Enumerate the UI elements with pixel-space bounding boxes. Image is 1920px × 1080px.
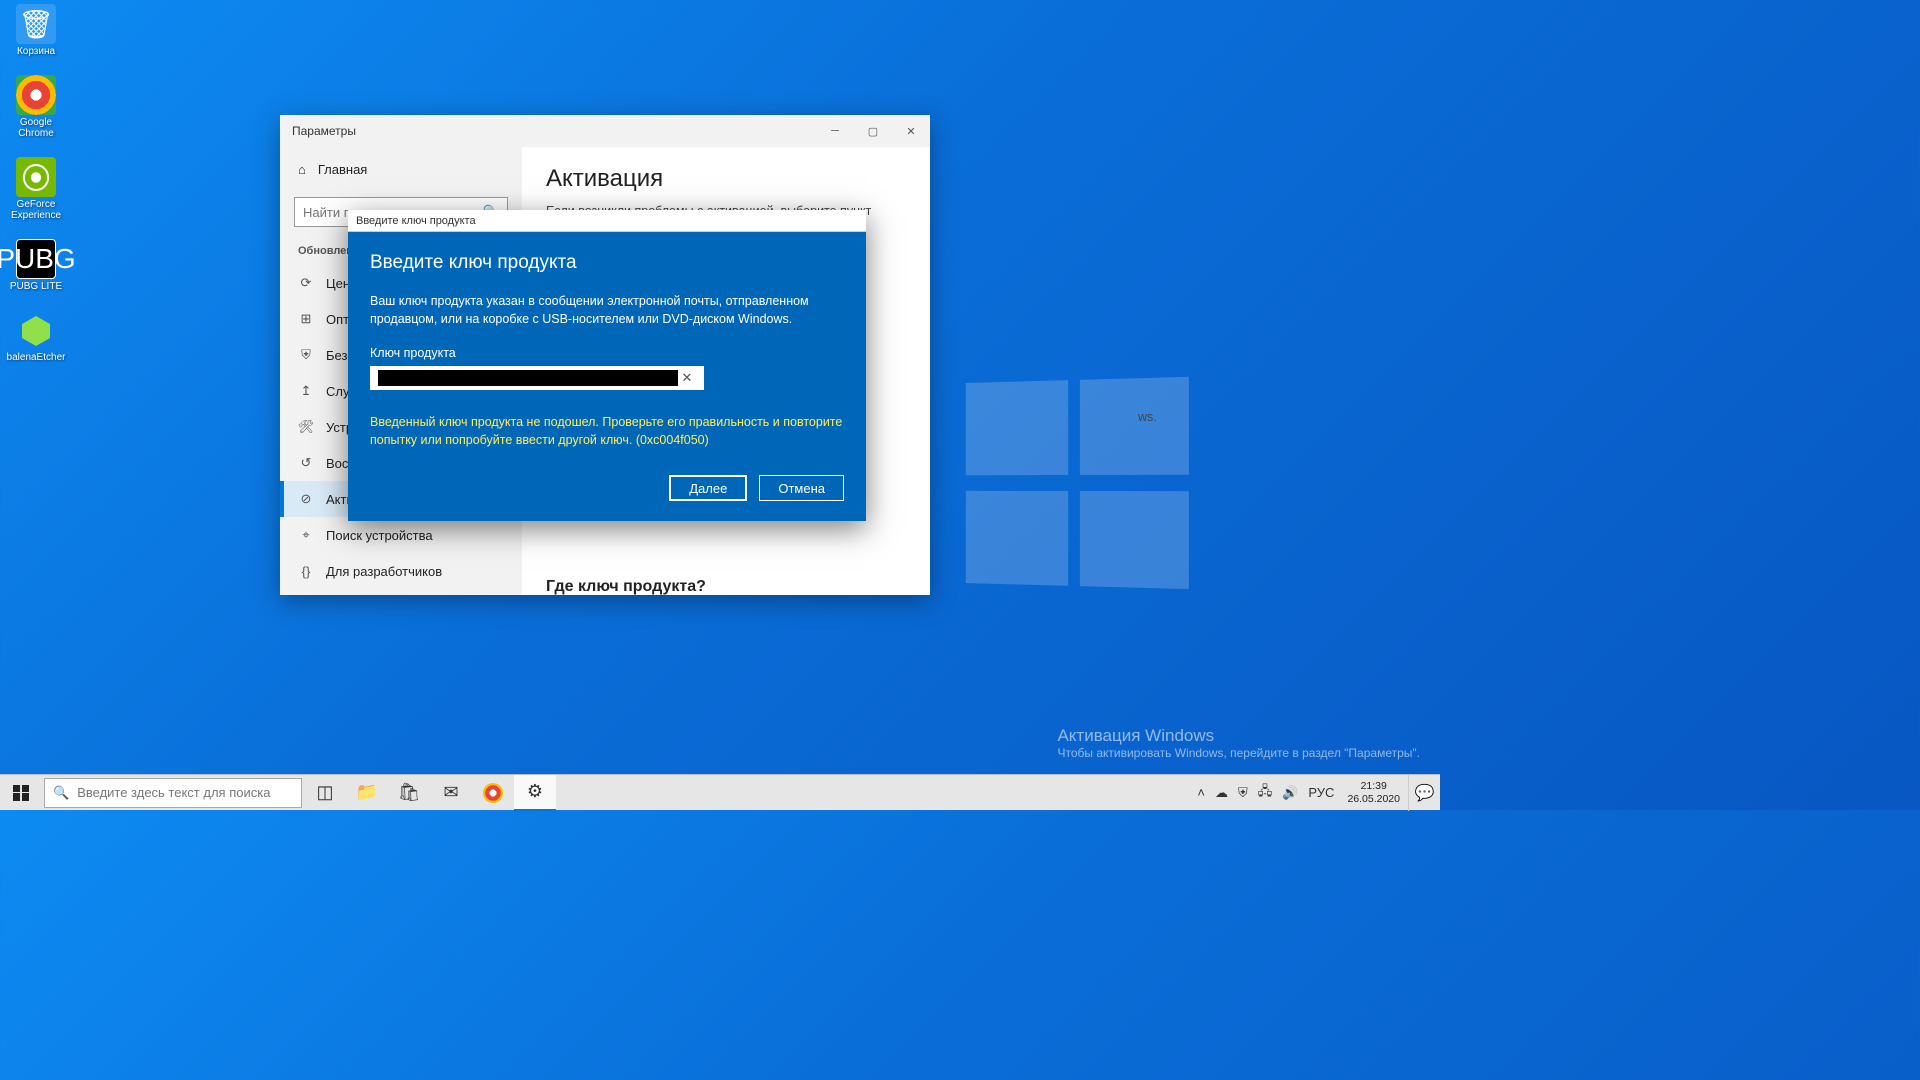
wrench-icon: 🛠: [298, 419, 314, 435]
desktop-icon-balena[interactable]: balenaEtcher: [8, 310, 64, 363]
chrome-icon: [16, 75, 56, 115]
code-icon: {}: [298, 564, 314, 579]
dialog-title-text: Введите ключ продукта: [356, 215, 476, 227]
home-icon: ⌂: [298, 162, 306, 177]
product-key-input[interactable]: [378, 370, 678, 386]
search-icon: 🔍: [53, 785, 69, 801]
taskbar-app-mail[interactable]: ✉: [430, 775, 472, 811]
tray-date: 26.05.2020: [1347, 793, 1400, 805]
taskbar-search-input[interactable]: 🔍 Введите здесь текст для поиска: [44, 778, 302, 808]
settings-titlebar[interactable]: Параметры ─ ▢ ✕: [280, 115, 930, 147]
activation-watermark: Активация Windows Чтобы активировать Win…: [1057, 726, 1420, 760]
start-button[interactable]: [0, 775, 42, 811]
desktop-icon-recycle-bin[interactable]: 🗑 Корзина: [8, 4, 64, 57]
clear-input-icon[interactable]: ✕: [678, 370, 696, 386]
sidebar-home-label: Главная: [318, 162, 367, 177]
dialog-heading: Введите ключ продукта: [370, 252, 844, 274]
tray-chevron-icon[interactable]: ˄: [1192, 785, 1210, 800]
desktop-icon-geforce[interactable]: ⦿ GeForce Experience: [8, 157, 64, 221]
nvidia-icon: ⦿: [16, 157, 56, 197]
minimize-button[interactable]: ─: [816, 115, 854, 147]
taskbar-app-chrome[interactable]: [472, 775, 514, 811]
pubg-icon: PUBG: [16, 239, 56, 279]
tray-defender-icon[interactable]: ⛨: [1233, 785, 1253, 801]
dialog-error-text: Введенный ключ продукта не подошел. Пров…: [370, 414, 844, 449]
taskbar: 🔍 Введите здесь текст для поиска ◫ 📁 🛍 ✉…: [0, 774, 1440, 810]
settings-titlebar-text: Параметры: [292, 124, 356, 138]
check-icon: ⊘: [298, 491, 314, 507]
desktop-icon-label: balenaEtcher: [7, 352, 66, 363]
backup-icon: ↥: [298, 383, 314, 399]
product-key-label: Ключ продукта: [370, 346, 844, 360]
desktop-icon-label: GeForce Experience: [8, 199, 64, 221]
tray-volume-icon[interactable]: 🔊: [1277, 785, 1303, 801]
tray-language[interactable]: РУС: [1303, 785, 1339, 800]
recycle-bin-icon: 🗑: [16, 4, 56, 44]
desktop-icon-pubg[interactable]: PUBG PUBG LITE: [8, 239, 64, 292]
task-view-button[interactable]: ◫: [304, 775, 346, 811]
taskbar-app-store[interactable]: 🛍: [388, 775, 430, 811]
tray-time: 21:39: [1347, 780, 1400, 792]
tray-network-icon[interactable]: 🖧: [1253, 782, 1278, 804]
product-key-dialog: Введите ключ продукта Введите ключ проду…: [348, 210, 866, 521]
tray-onedrive-icon[interactable]: ☁: [1210, 785, 1233, 801]
sidebar-home[interactable]: ⌂ Главная: [280, 151, 522, 187]
cancel-button[interactable]: Отмена: [759, 475, 844, 501]
maximize-button[interactable]: ▢: [854, 115, 892, 147]
shield-icon: ⛨: [298, 347, 314, 363]
watermark-subtitle: Чтобы активировать Windows, перейдите в …: [1057, 746, 1420, 760]
taskbar-apps: ◫ 📁 🛍 ✉ ⚙: [304, 775, 556, 811]
desktop-icon-label: PUBG LITE: [10, 281, 62, 292]
sidebar-item-label: Поиск устройства: [326, 528, 433, 543]
system-tray: ˄ ☁ ⛨ 🖧 🔊 РУС 21:39 26.05.2020 💬: [1192, 775, 1440, 811]
desktop-icon-chrome[interactable]: Google Chrome: [8, 75, 64, 139]
sidebar-item-find-device[interactable]: ⌖ Поиск устройства: [280, 517, 522, 553]
desktop-icons: 🗑 Корзина Google Chrome ⦿ GeForce Experi…: [8, 4, 64, 363]
sync-icon: ⟳: [298, 275, 314, 291]
taskbar-app-settings[interactable]: ⚙: [514, 775, 556, 811]
next-button[interactable]: Далее: [669, 475, 747, 501]
action-center-button[interactable]: 💬: [1408, 775, 1440, 811]
dialog-description: Ваш ключ продукта указан в сообщении эле…: [370, 292, 844, 328]
desktop-icon-label: Корзина: [17, 46, 55, 57]
product-key-input-wrap: ✕: [370, 366, 704, 390]
taskbar-app-explorer[interactable]: 📁: [346, 775, 388, 811]
recovery-icon: ↺: [298, 455, 314, 471]
sidebar-item-label: Для разработчиков: [326, 564, 442, 579]
product-key-heading: Где ключ продукта?: [546, 578, 906, 595]
windows-icon: [13, 785, 29, 801]
tray-clock[interactable]: 21:39 26.05.2020: [1339, 780, 1408, 804]
sidebar-item-developers[interactable]: {} Для разработчиков: [280, 553, 522, 589]
balena-icon: [16, 310, 56, 350]
close-button[interactable]: ✕: [892, 115, 930, 147]
watermark-title: Активация Windows: [1057, 726, 1420, 746]
dialog-titlebar[interactable]: Введите ключ продукта: [348, 210, 866, 232]
taskbar-search-placeholder: Введите здесь текст для поиска: [77, 785, 270, 800]
desktop-icon-label: Google Chrome: [8, 117, 64, 139]
delivery-icon: ⊞: [298, 311, 314, 327]
location-icon: ⌖: [298, 527, 314, 543]
wallpaper-windows-logo: [966, 377, 1191, 593]
page-title: Активация: [546, 165, 906, 193]
